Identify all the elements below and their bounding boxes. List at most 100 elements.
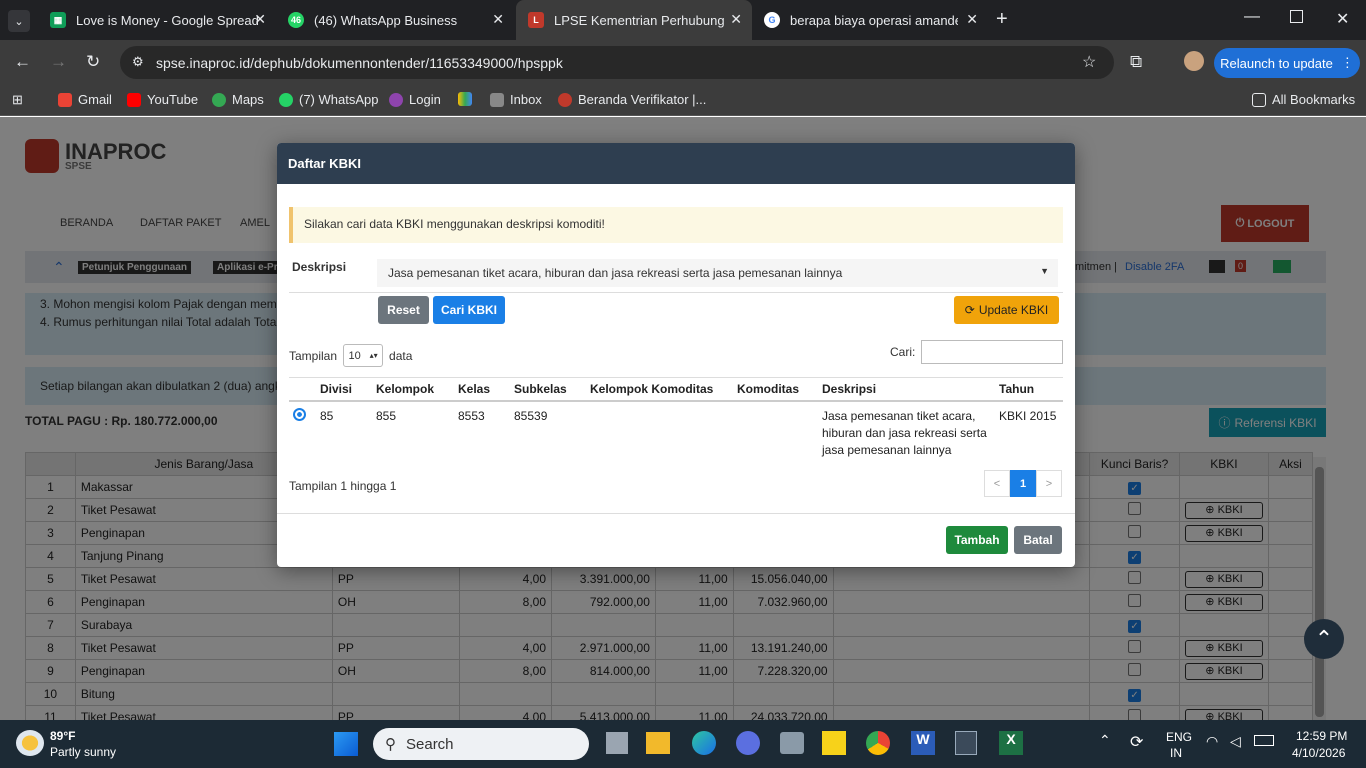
tab-title: Love is Money - Google Spread [76,12,258,28]
chevron-up-icon[interactable]: ⌃ [1099,732,1111,749]
language-sub[interactable]: IN [1170,746,1182,760]
bookmark-maps[interactable]: Maps [212,92,264,107]
row-radio[interactable] [289,401,316,465]
site-info-icon[interactable]: ⚙ [132,54,144,70]
bookmark-beranda[interactable]: Beranda Verifikator |... [558,92,706,107]
weather-desc[interactable]: Partly sunny [50,745,116,759]
excel-icon[interactable]: X [999,731,1023,755]
whatsapp-icon [279,92,293,107]
windows-start-icon[interactable] [334,732,358,756]
clock-date[interactable]: 4/10/2026 [1292,746,1345,760]
gmail-icon [58,92,72,107]
task-view-icon[interactable] [606,732,628,754]
browser-tab-google[interactable]: G berapa biaya operasi amandel - ✕ [752,0,988,40]
pinwheel-icon [458,92,472,106]
maximize-icon[interactable] [1290,10,1303,23]
profile-avatar[interactable] [1184,51,1204,71]
folder-icon [1252,92,1266,107]
close-tab-icon[interactable]: ✕ [966,11,978,28]
bookmark-inbox[interactable]: Inbox [490,92,542,107]
taskbar-search[interactable]: ⚲ Search [373,728,589,760]
app-icon[interactable] [736,731,760,755]
weather-temp[interactable]: 89°F [50,729,75,743]
th-select [289,377,316,402]
sync-icon[interactable]: ⟳ [1130,732,1143,752]
word-icon[interactable]: W [911,731,935,755]
new-tab-icon[interactable]: + [996,8,1008,31]
tambah-button[interactable]: Tambah [946,526,1008,554]
forward-icon: → [50,52,67,71]
cell-divisi: 85 [320,409,334,423]
back-icon[interactable]: ← [14,52,31,72]
chrome-icon[interactable] [866,731,890,755]
reload-icon[interactable]: ↻ [86,52,100,72]
desc-select-value: Jasa pemesanan tiket acara, hiburan dan … [388,266,843,280]
close-tab-icon[interactable]: ✕ [254,11,266,28]
update-label: Update KBKI [978,303,1049,317]
battery-icon[interactable] [1254,735,1274,746]
close-tab-icon[interactable]: ✕ [492,11,504,28]
th-kel-komoditas[interactable]: Kelompok Komoditas [586,377,733,402]
scroll-top-chevron-icon[interactable]: ⌃ [1304,619,1344,659]
table-row[interactable]: 85 855 8553 85539 Jasa pemesanan tiket a… [289,401,1063,465]
calculator-icon[interactable] [955,731,977,755]
windows-taskbar: 89°F Partly sunny ⚲ Search W X ⌃ ⟳ ENG IN… [0,720,1366,768]
bookmark-login[interactable]: Login [389,92,441,107]
google-icon: G [764,12,780,28]
extensions-icon[interactable]: ⧉ [1130,52,1142,72]
all-bookmarks[interactable]: All Bookmarks [1252,92,1355,107]
address-bar-row: ← → ↻ ⚙ spse.inaproc.id/dephub/dokumenno… [0,40,1366,84]
volume-icon[interactable]: ◁ [1230,733,1241,750]
th-kelas[interactable]: Kelas [454,377,510,402]
bookmark-youtube[interactable]: YouTube [127,92,198,107]
cari-label: Cari: [890,345,916,359]
tab-search-chevron-icon[interactable]: ⌄ [8,10,30,32]
tab-title: (46) WhatsApp Business [314,12,458,28]
browser-tab-whatsapp[interactable]: 46 (46) WhatsApp Business ✕ [276,0,514,40]
th-divisi[interactable]: Divisi [316,377,372,402]
bookmark-star-icon[interactable]: ☆ [1082,52,1096,72]
page-length-select[interactable]: 10 ▴▾ [343,344,384,367]
th-tahun[interactable]: Tahun [995,377,1063,402]
batal-button[interactable]: Batal [1014,526,1062,554]
th-deskripsi[interactable]: Deskripsi [818,377,995,402]
tampilan-label: Tampilan [289,348,338,363]
wifi-icon[interactable]: ◠ [1206,733,1218,750]
camera-icon[interactable] [780,732,804,754]
browser-tab-sheets[interactable]: ▦ Love is Money - Google Spread ✕ [38,0,276,40]
pager-page-1[interactable]: 1 [1010,470,1036,497]
edge-icon[interactable] [692,731,716,755]
th-subkelas[interactable]: Subkelas [510,377,586,402]
apps-grid-icon[interactable]: ⊞ [12,92,23,108]
inbox-icon [490,92,504,107]
bookmark-gmail[interactable]: Gmail [58,92,112,107]
update-kbki-button[interactable]: ⟳ Update KBKI [954,296,1059,324]
weather-icon[interactable] [16,730,44,756]
clock-time[interactable]: 12:59 PM [1296,729,1347,743]
url-text: spse.inaproc.id/dephub/dokumennontender/… [156,54,563,71]
cari-kbki-button[interactable]: Cari KBKI [433,296,505,324]
pager-prev[interactable]: < [984,470,1010,497]
minimize-icon[interactable]: — [1244,8,1260,26]
search-input[interactable] [921,340,1063,364]
cell-deskripsi: Jasa pemesanan tiket acara, hiburan dan … [822,409,987,457]
file-explorer-icon[interactable] [646,732,670,754]
close-window-icon[interactable]: ✕ [1336,9,1349,29]
reset-button[interactable]: Reset [378,296,429,324]
bookmark-whatsapp[interactable]: (7) WhatsApp [279,92,378,107]
modal-footer-divider [277,513,1075,514]
language-indicator[interactable]: ENG [1166,730,1192,744]
close-tab-icon[interactable]: ✕ [730,11,742,28]
desc-select[interactable]: Jasa pemesanan tiket acara, hiburan dan … [377,259,1058,287]
relaunch-button[interactable]: Relaunch to update ⋮ [1214,48,1360,78]
sticky-notes-icon[interactable] [822,731,846,755]
tab-title: berapa biaya operasi amandel - [790,12,958,28]
url-input[interactable]: ⚙ spse.inaproc.id/dephub/dokumennontende… [120,46,1114,79]
th-kelompok[interactable]: Kelompok [372,377,454,402]
th-komoditas[interactable]: Komoditas [733,377,818,402]
kbki-modal: Daftar KBKI Silakan cari data KBKI mengg… [277,143,1075,567]
cell-kelas: 8553 [458,409,485,423]
browser-tab-lpse[interactable]: L LPSE Kementrian Perhubungan ✕ [516,0,752,40]
bookmark-pinwheel[interactable] [458,92,478,106]
pager-next[interactable]: > [1036,470,1062,497]
